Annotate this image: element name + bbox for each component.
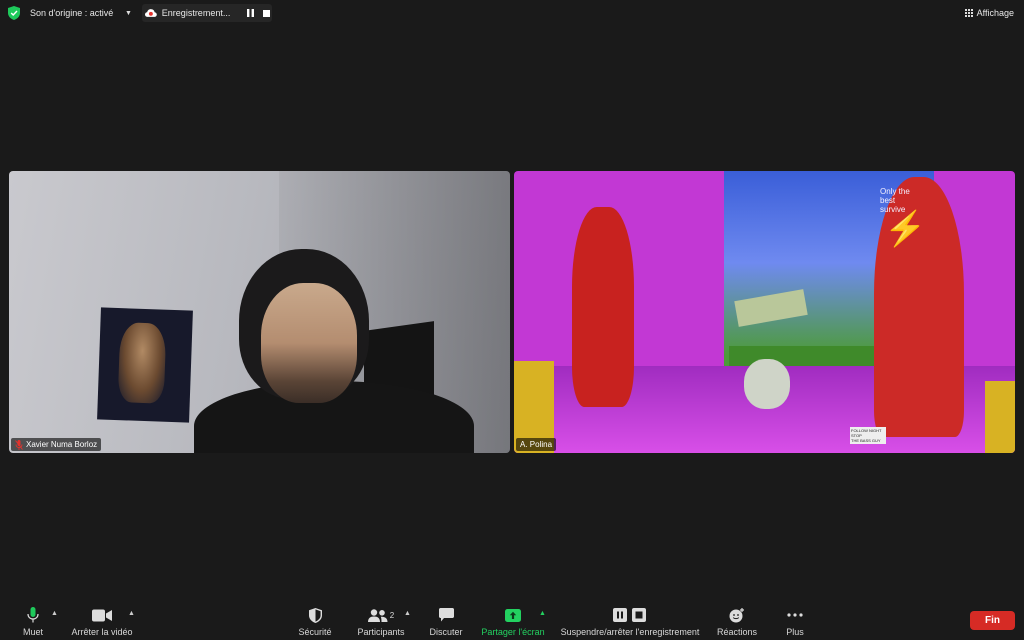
meeting-top-bar: Son d'origine : activé ▼ Enregistrement.… (0, 0, 1024, 26)
video-small-print: FOLLOW NIGHT STOP THE BASS GUY (850, 427, 886, 444)
view-label: Affichage (976, 8, 1014, 18)
view-button[interactable]: Affichage (964, 4, 1014, 22)
participant-face-mask (261, 283, 357, 403)
reactions-button[interactable]: Réactions (715, 605, 759, 639)
poster-figure (117, 322, 167, 404)
participant-name: Xavier Numa Borloz (26, 440, 98, 449)
original-sound-label[interactable]: Son d'origine : activé (30, 4, 113, 22)
participants-button[interactable]: 2 Participants (354, 605, 408, 639)
share-screen-icon (505, 605, 521, 625)
recording-control-label: Suspendre/arrêter l'enregistrement (560, 627, 700, 637)
reactions-label: Réactions (716, 627, 758, 637)
lightning-bolt-icon: ⚡ (884, 210, 927, 248)
microphone-icon (27, 605, 39, 625)
cloud-recording-icon (145, 9, 157, 17)
more-dots-icon (787, 605, 803, 625)
share-options-chevron-up-icon[interactable]: ▲ (539, 610, 546, 617)
smiley-plus-icon (729, 605, 745, 625)
background-panel-right (985, 381, 1015, 453)
pause-recording-icon[interactable] (244, 7, 256, 19)
video-camera-icon (92, 605, 112, 625)
meeting-controls-bar: Muet ▲ Arrêter la vidéo ▲ Sécurité 2 Par… (0, 602, 1024, 640)
more-button[interactable]: Plus (780, 605, 810, 639)
recording-label: Enregistrement... (161, 8, 231, 18)
wall-poster (97, 307, 193, 423)
audio-options-chevron-up-icon[interactable]: ▲ (51, 610, 58, 617)
share-screen-button[interactable]: Partager l'écran (479, 605, 547, 639)
recording-control-button[interactable]: Suspendre/arrêter l'enregistrement (556, 605, 704, 639)
participants-label: Participants (357, 627, 405, 637)
stop-recording-icon[interactable] (260, 7, 272, 19)
security-shield-icon (308, 605, 322, 625)
encryption-shield-icon[interactable] (8, 4, 20, 22)
participants-icon: 2 (367, 605, 395, 625)
mute-label: Muet (22, 627, 43, 637)
video-tile-participant-2[interactable]: ⚡ Only the best survive FOLLOW NIGHT STO… (514, 171, 1015, 453)
participants-count: 2 (389, 610, 395, 620)
stop-video-button[interactable]: Arrêter la vidéo (68, 605, 136, 639)
chat-label: Discuter (429, 627, 463, 637)
end-meeting-button[interactable]: Fin (970, 611, 1015, 630)
mic-muted-icon (15, 439, 23, 450)
stop-video-label: Arrêter la vidéo (71, 627, 133, 637)
video-options-chevron-up-icon[interactable]: ▲ (128, 610, 135, 617)
video-tile-participant-1[interactable]: Xavier Numa Borloz (9, 171, 510, 453)
participant-name: A. Polina (520, 440, 553, 449)
security-label: Sécurité (298, 627, 332, 637)
original-sound-chevron-down-icon[interactable]: ▼ (125, 4, 132, 22)
chat-button[interactable]: Discuter (426, 605, 466, 639)
more-label: Plus (786, 627, 804, 637)
share-screen-label: Partager l'écran (481, 627, 545, 637)
recording-indicator: Enregistrement... (142, 4, 272, 22)
security-button[interactable]: Sécurité (294, 605, 336, 639)
pause-stop-recording-icons (613, 605, 647, 625)
participant-name-tag: A. Polina (516, 438, 557, 451)
participants-options-chevron-up-icon[interactable]: ▲ (404, 610, 411, 617)
red-figure-left (572, 207, 634, 407)
grid-view-icon (964, 9, 973, 17)
chat-bubble-icon (438, 605, 454, 625)
statue-bust-graphic (744, 359, 790, 409)
mute-button[interactable]: Muet (14, 605, 52, 639)
video-slogan-text: Only the best survive (880, 187, 910, 214)
participant-name-tag: Xavier Numa Borloz (11, 438, 102, 451)
